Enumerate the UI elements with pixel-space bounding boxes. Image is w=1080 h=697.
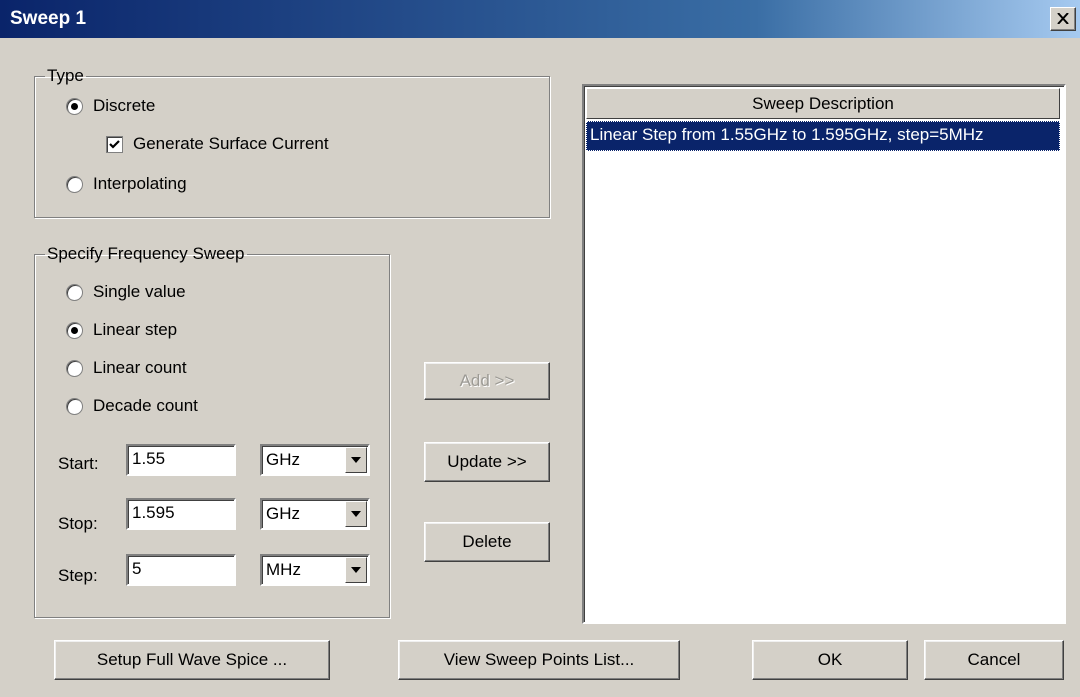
decade-count-radio[interactable]: Decade count <box>66 396 198 416</box>
start-unit-value: GHz <box>266 450 300 469</box>
decade-count-radio-button[interactable] <box>66 397 83 415</box>
add-button[interactable]: Add >> <box>424 362 550 400</box>
close-icon <box>1057 13 1069 24</box>
chevron-down-icon <box>351 567 361 573</box>
surface-current-checkbox[interactable]: Generate Surface Current <box>106 134 329 154</box>
window-title: Sweep 1 <box>10 8 87 29</box>
step-unit-select[interactable]: MHz <box>260 554 370 586</box>
linear-count-label: Linear count <box>93 358 187 377</box>
step-label: Step: <box>58 566 98 585</box>
type-group-legend: Type <box>47 66 84 85</box>
linear-step-radio[interactable]: Linear step <box>66 320 177 340</box>
update-button[interactable]: Update >> <box>424 442 550 482</box>
sweep-list-header[interactable]: Sweep Description <box>586 88 1060 119</box>
checkmark-icon <box>109 139 120 149</box>
discrete-label: Discrete <box>93 96 156 115</box>
view-sweep-points-button[interactable]: View Sweep Points List... <box>398 640 680 680</box>
list-item[interactable]: Linear Step from 1.55GHz to 1.595GHz, st… <box>586 121 1060 151</box>
sweep-list[interactable]: Sweep Description Linear Step from 1.55G… <box>582 84 1066 624</box>
close-button[interactable] <box>1050 7 1076 31</box>
single-value-radio-button[interactable] <box>66 283 83 301</box>
chevron-down-icon <box>351 457 361 463</box>
cancel-button[interactable]: Cancel <box>924 640 1064 680</box>
start-input[interactable]: 1.55 <box>126 444 236 476</box>
title-bar: Sweep 1 <box>0 0 1080 38</box>
stop-input[interactable]: 1.595 <box>126 498 236 530</box>
freq-sweep-legend: Specify Frequency Sweep <box>47 244 245 263</box>
start-unit-select[interactable]: GHz <box>260 444 370 476</box>
linear-step-label: Linear step <box>93 320 178 339</box>
delete-button[interactable]: Delete <box>424 522 550 562</box>
discrete-radio-button[interactable] <box>66 97 83 115</box>
stop-label: Stop: <box>58 514 98 533</box>
setup-full-wave-spice-button[interactable]: Setup Full Wave Spice ... <box>54 640 330 680</box>
ok-button[interactable]: OK <box>752 640 908 680</box>
interpolating-label: Interpolating <box>93 174 187 193</box>
linear-step-radio-button[interactable] <box>66 321 83 339</box>
interpolating-radio[interactable]: Interpolating <box>66 174 187 194</box>
stop-unit-value: GHz <box>266 504 300 523</box>
single-value-label: Single value <box>93 282 186 301</box>
step-unit-dropdown-button[interactable] <box>345 557 367 583</box>
discrete-radio[interactable]: Discrete <box>66 96 155 116</box>
stop-unit-select[interactable]: GHz <box>260 498 370 530</box>
interpolating-radio-button[interactable] <box>66 175 83 193</box>
stop-unit-dropdown-button[interactable] <box>345 501 367 527</box>
step-unit-value: MHz <box>266 560 301 579</box>
single-value-radio[interactable]: Single value <box>66 282 186 302</box>
chevron-down-icon <box>351 511 361 517</box>
linear-count-radio[interactable]: Linear count <box>66 358 187 378</box>
surface-current-label: Generate Surface Current <box>133 134 329 153</box>
surface-current-check[interactable] <box>106 135 123 153</box>
start-label: Start: <box>58 454 99 473</box>
linear-count-radio-button[interactable] <box>66 359 83 377</box>
decade-count-label: Decade count <box>93 396 198 415</box>
step-input[interactable]: 5 <box>126 554 236 586</box>
start-unit-dropdown-button[interactable] <box>345 447 367 473</box>
